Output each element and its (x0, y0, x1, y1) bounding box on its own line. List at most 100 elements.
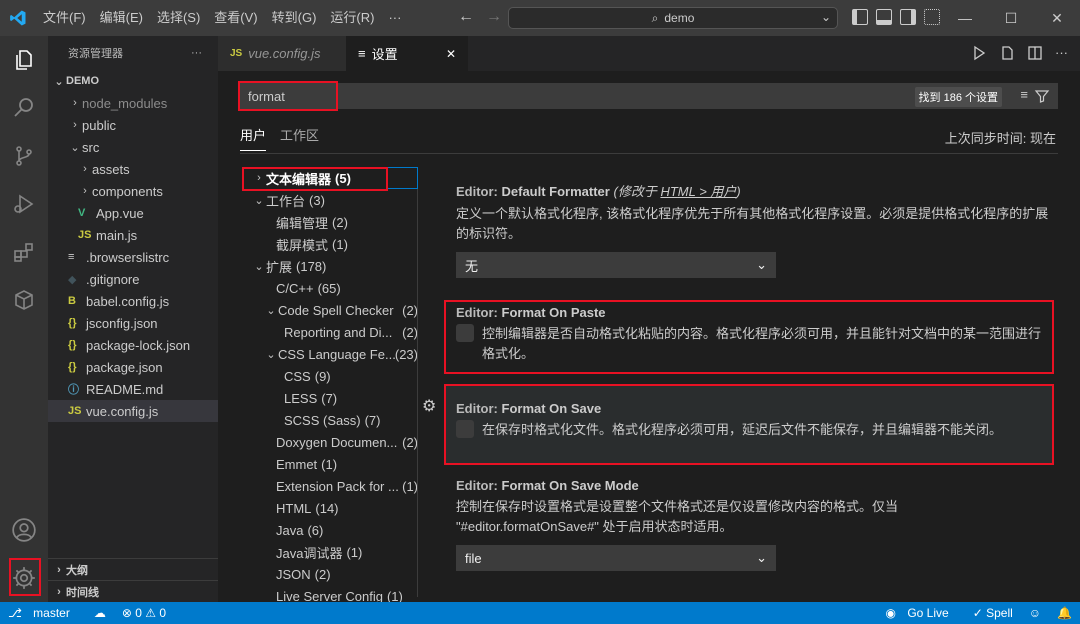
menu-item[interactable]: ··· (381, 0, 408, 36)
js-icon: JS (78, 229, 92, 241)
toc-item[interactable]: Doxygen Documen... (2) (240, 431, 418, 453)
customize-layout-icon[interactable] (924, 9, 940, 25)
menu-item[interactable]: 查看(V) (207, 0, 264, 36)
setting-category: Editor: (456, 184, 502, 199)
tab-user[interactable]: 用户 (240, 125, 267, 151)
close-tab-icon[interactable]: ✕ (446, 47, 456, 61)
toc-item[interactable]: ⌄ 工作台 (3) (240, 189, 418, 211)
setting-gear-icon[interactable]: ⚙ (422, 396, 436, 416)
run-icon[interactable] (971, 45, 987, 61)
toc-item[interactable]: Reporting and Di... (2) (240, 321, 418, 343)
toc-item[interactable]: ⌄ 扩展 (178) (240, 255, 418, 277)
tree-item[interactable]: › node_modules (48, 92, 218, 114)
search-icon[interactable] (0, 84, 48, 132)
tree-item[interactable]: {} package.json (48, 356, 218, 378)
modified-link[interactable]: HTML > 用户 (660, 184, 736, 199)
menu-item[interactable]: 转到(G) (265, 0, 324, 36)
sync-icon[interactable]: ☁ (86, 606, 114, 620)
toc-item[interactable]: LESS (7) (240, 387, 418, 409)
tree-item-label: main.js (96, 227, 138, 243)
more-actions-icon[interactable]: ··· (191, 47, 202, 59)
menu-item[interactable]: 运行(R) (323, 0, 381, 36)
menu-item[interactable]: 选择(S) (150, 0, 207, 36)
format-on-save-mode-select[interactable]: file ⌄ (456, 545, 776, 571)
explorer-icon[interactable] (0, 36, 48, 84)
tree-item[interactable]: {} package-lock.json (48, 334, 218, 356)
feedback-icon[interactable]: ☺ (1021, 606, 1049, 620)
menu-item[interactable]: 编辑(E) (93, 0, 150, 36)
problems-indicator[interactable]: ⊗ 0 ⚠ 0 (114, 606, 174, 620)
go-live-button[interactable]: ◉ Go Live (878, 606, 965, 620)
menu-bar: 文件(F) 编辑(E) 选择(S) 查看(V) 转到(G) 运行(R) ··· (36, 0, 408, 36)
tree-item[interactable]: ⓘ README.md (48, 378, 218, 400)
account-icon[interactable] (0, 506, 48, 554)
tree-item[interactable]: Bbabel.config.js (48, 290, 218, 312)
toc-item-label: JSON (276, 566, 311, 582)
toc-item[interactable]: JSON (2) (240, 563, 418, 585)
toc-item-count: (2) (402, 434, 418, 450)
close-button[interactable]: ✕ (1034, 0, 1080, 36)
more-actions-icon[interactable]: ··· (1055, 45, 1068, 61)
toc-item[interactable]: Extension Pack for ... (1) (240, 475, 418, 497)
extensions-icon[interactable] (0, 228, 48, 276)
settings-search[interactable]: 找到 186 个设置 ≡ (240, 83, 1058, 109)
forward-arrow-icon[interactable]: → (486, 8, 502, 26)
tab-vue-config[interactable]: JS vue.config.js (218, 36, 346, 71)
tree-item[interactable]: › public (48, 114, 218, 136)
chevron-down-icon: ⌄ (266, 304, 276, 317)
tree-item[interactable]: V App.vue (48, 202, 218, 224)
filter-icon[interactable] (1034, 88, 1050, 104)
back-arrow-icon[interactable]: ← (458, 8, 474, 26)
tab-settings[interactable]: ≡ 设置 ✕ (346, 36, 468, 71)
open-json-icon[interactable] (999, 45, 1015, 61)
tree-item[interactable]: ◆ .gitignore (48, 268, 218, 290)
tree-item[interactable]: ≡ .browserslistrc (48, 246, 218, 268)
toc-item[interactable]: Emmet (1) (240, 453, 418, 475)
highlight-box-gear (9, 558, 41, 596)
tree-item-label: src (82, 139, 100, 155)
source-control-icon[interactable] (0, 132, 48, 180)
explorer-root[interactable]: ⌄ DEMO (48, 70, 218, 92)
select-value: 无 (465, 258, 479, 274)
tab-workspace[interactable]: 工作区 (280, 125, 319, 151)
outline-section[interactable]: › 大纲 (48, 558, 218, 580)
toc-item[interactable]: 截屏模式 (1) (240, 233, 418, 255)
setting-description: 定义一个默认格式化程序, 该格式化程序优先于所有其他格式化程序设置。必须是提供格… (456, 206, 1049, 241)
split-editor-icon[interactable] (1027, 45, 1043, 61)
toc-item[interactable]: 编辑管理 (2) (240, 211, 418, 233)
last-sync-status: 上次同步时间: 现在 (944, 131, 1056, 146)
results-count-badge: 找到 186 个设置 (914, 87, 1002, 107)
menu-item[interactable]: 文件(F) (36, 0, 93, 36)
tree-item[interactable]: › assets (48, 158, 218, 180)
json-icon: {} (68, 361, 77, 373)
command-center[interactable]: ⌕ demo ⌄ (508, 7, 838, 29)
tree-item[interactable]: ⌄ src (48, 136, 218, 158)
maximize-button[interactable]: ☐ (988, 0, 1034, 36)
toc-item[interactable]: SCSS (Sass) (7) (240, 409, 418, 431)
toc-item[interactable]: ⌄ Code Spell Checker (2) (240, 299, 418, 321)
run-debug-icon[interactable] (0, 180, 48, 228)
tree-item[interactable]: {} jsconfig.json (48, 312, 218, 334)
default-formatter-select[interactable]: 无 ⌄ (456, 252, 776, 278)
toggle-secondary-sidebar-icon[interactable] (900, 9, 916, 25)
chevron-down-icon[interactable]: ⌄ (821, 10, 831, 24)
toggle-panel-icon[interactable] (876, 9, 892, 25)
toc-item[interactable]: HTML (14) (240, 497, 418, 519)
tree-item[interactable]: JS vue.config.js (48, 400, 218, 422)
branch-indicator[interactable]: ⎇ master (0, 606, 86, 620)
toc-item[interactable]: Java (6) (240, 519, 418, 541)
toggle-sidebar-icon[interactable] (852, 9, 868, 25)
remote-explorer-icon[interactable] (0, 276, 48, 324)
toc-item[interactable]: C/C++ (65) (240, 277, 418, 299)
tree-item[interactable]: › components (48, 180, 218, 202)
tree-item[interactable]: JS main.js (48, 224, 218, 246)
clear-filter-icon[interactable]: ≡ (1020, 87, 1028, 102)
toc-item[interactable]: Java调试器 (1) (240, 541, 418, 563)
tree-item-label: babel.config.js (86, 293, 170, 309)
toc-item[interactable]: ⌄ CSS Language Fe... (23) (240, 343, 418, 365)
timeline-section[interactable]: › 时间线 (48, 580, 218, 602)
minimize-button[interactable]: — (942, 0, 988, 36)
spell-indicator[interactable]: ✓ Spell (965, 606, 1021, 620)
toc-item[interactable]: CSS (9) (240, 365, 418, 387)
notifications-bell-icon[interactable]: 🔔 (1049, 606, 1080, 620)
